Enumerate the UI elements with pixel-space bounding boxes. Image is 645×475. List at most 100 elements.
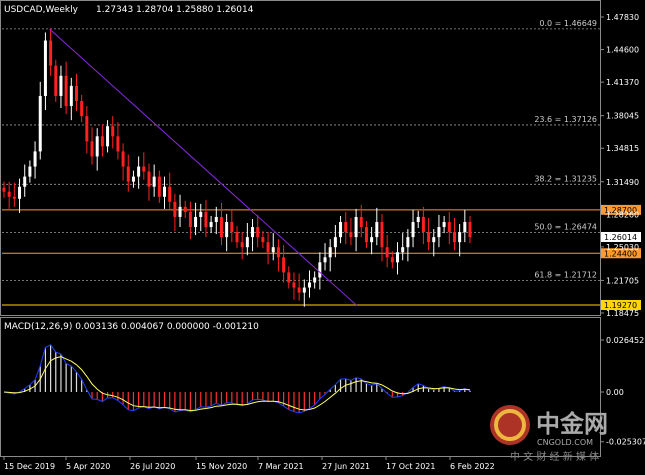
time-tick-label: 6 Feb 2022 — [450, 462, 495, 471]
time-tick-label: 26 Jul 2020 — [130, 462, 175, 471]
trading-chart[interactable]: 0.0 = 1.46649 23.6 = 1.37126 38.2 = 1.3123… — [0, 0, 645, 475]
candle-bear — [183, 206, 187, 212]
candle-bull — [323, 257, 327, 263]
candle-bear — [447, 221, 451, 233]
candle-bear — [344, 221, 348, 233]
candle-bear — [282, 257, 286, 273]
candle-bear — [64, 75, 68, 107]
candle-bear — [427, 232, 431, 243]
candle-bear — [468, 221, 472, 238]
chart-ohlc-values: 1.27343 1.28704 1.25880 1.26014 — [96, 5, 254, 15]
candle-bull — [38, 95, 42, 152]
price-tick-label: 1.25030 — [606, 243, 639, 252]
trendline — [49, 28, 358, 307]
price-tick-label: 1.41370 — [606, 78, 639, 87]
candle-bear — [85, 116, 89, 142]
candle-bull — [225, 221, 229, 238]
candle-bull — [131, 176, 135, 182]
price-tick-label: 1.44600 — [606, 46, 639, 55]
candle-bear — [390, 257, 394, 263]
macd-tick-label: -0.025307 — [606, 438, 645, 447]
candle-bear — [292, 282, 296, 288]
candle-bull — [307, 282, 311, 288]
candle-bull — [106, 126, 110, 147]
time-tick-label: 7 Mar 2021 — [258, 462, 304, 471]
candle-bull — [23, 176, 27, 187]
fib-label: 0.0 = 1.46649 — [539, 19, 597, 28]
candle-bear — [204, 211, 208, 228]
price-tick-label: 1.34815 — [606, 144, 639, 153]
candle-bear — [421, 216, 425, 233]
candle-bull — [43, 40, 47, 96]
candle-bull — [406, 237, 410, 248]
candle-bull — [458, 232, 462, 243]
candle-bull — [328, 247, 332, 258]
candle-bull — [178, 206, 182, 217]
candle-bear — [116, 136, 120, 152]
fib-label: 50.0 = 1.26474 — [534, 222, 597, 231]
candlesticks — [2, 28, 472, 307]
candle-bull — [401, 247, 405, 253]
candle-bull — [354, 216, 358, 238]
candle-bear — [266, 242, 270, 253]
candle-bull — [339, 221, 343, 238]
candle-bear — [256, 227, 260, 238]
candle-bear — [240, 242, 244, 248]
downtrend-line — [49, 28, 358, 307]
candle-bear — [359, 216, 363, 228]
candle-bull — [59, 75, 63, 96]
candle-bear — [261, 237, 265, 243]
fib-label: 23.6 = 1.37126 — [534, 115, 597, 124]
candle-bear — [2, 187, 6, 192]
candle-bull — [318, 262, 322, 278]
candle-bear — [111, 126, 115, 137]
candle-bull — [396, 252, 400, 263]
candle-bear — [364, 227, 368, 243]
time-tick-label: 15 Nov 2020 — [196, 462, 247, 471]
candle-bull — [214, 216, 218, 222]
candle-bull — [18, 186, 22, 199]
price-tick-label: 1.38045 — [606, 112, 639, 121]
candle-bull — [416, 216, 420, 222]
candle-bear — [142, 166, 146, 172]
candle-bear — [90, 141, 94, 157]
candle-bear — [297, 287, 301, 293]
candle-bull — [251, 227, 255, 238]
time-tick-label: 5 Apr 2020 — [66, 462, 110, 471]
candle-bear — [157, 176, 161, 197]
candle-bull — [69, 85, 73, 107]
candle-bear — [168, 186, 172, 202]
candle-bear — [100, 136, 104, 147]
macd-tick-label: 0.00 — [606, 388, 624, 397]
candle-bull — [333, 237, 337, 248]
watermark-brand: 中金网 — [536, 410, 608, 438]
candle-bear — [452, 232, 456, 243]
candle-bear — [235, 232, 239, 243]
candle-bear — [349, 232, 353, 238]
candle-bear — [74, 85, 78, 101]
time-tick-label: 15 Dec 2019 — [4, 462, 55, 471]
watermark-tagline: 中 文 财 经 新 媒 体 — [510, 450, 599, 463]
horizontal-levels: 1.287001.244001.192701.26014 — [2, 204, 641, 310]
candle-bear — [49, 40, 53, 66]
candle-bear — [219, 216, 223, 238]
candle-bear — [385, 247, 389, 258]
time-axis: 15 Dec 2019 5 Apr 2020 26 Jul 2020 15 Nov 2… — [3, 456, 495, 471]
candle-bull — [209, 221, 213, 228]
candle-bear — [230, 221, 234, 233]
candle-bull — [245, 237, 249, 248]
price-tick-label: 1.28260 — [606, 210, 639, 219]
candle-bull — [271, 247, 275, 253]
candle-bull — [313, 277, 317, 283]
current-price-label: 1.26014 — [604, 233, 637, 242]
candle-bull — [137, 166, 141, 177]
candle-bull — [33, 151, 37, 167]
candle-bear — [173, 201, 177, 217]
candle-bear — [54, 65, 58, 96]
candle-bear — [126, 166, 130, 182]
candle-bull — [463, 221, 467, 233]
macd-title: MACD(12,26,9) 0.003136 0.004067 0.000000… — [4, 322, 259, 332]
candle-bull — [28, 166, 32, 177]
time-tick-label: 17 Oct 2021 — [386, 462, 435, 471]
candle-bull — [432, 237, 436, 243]
